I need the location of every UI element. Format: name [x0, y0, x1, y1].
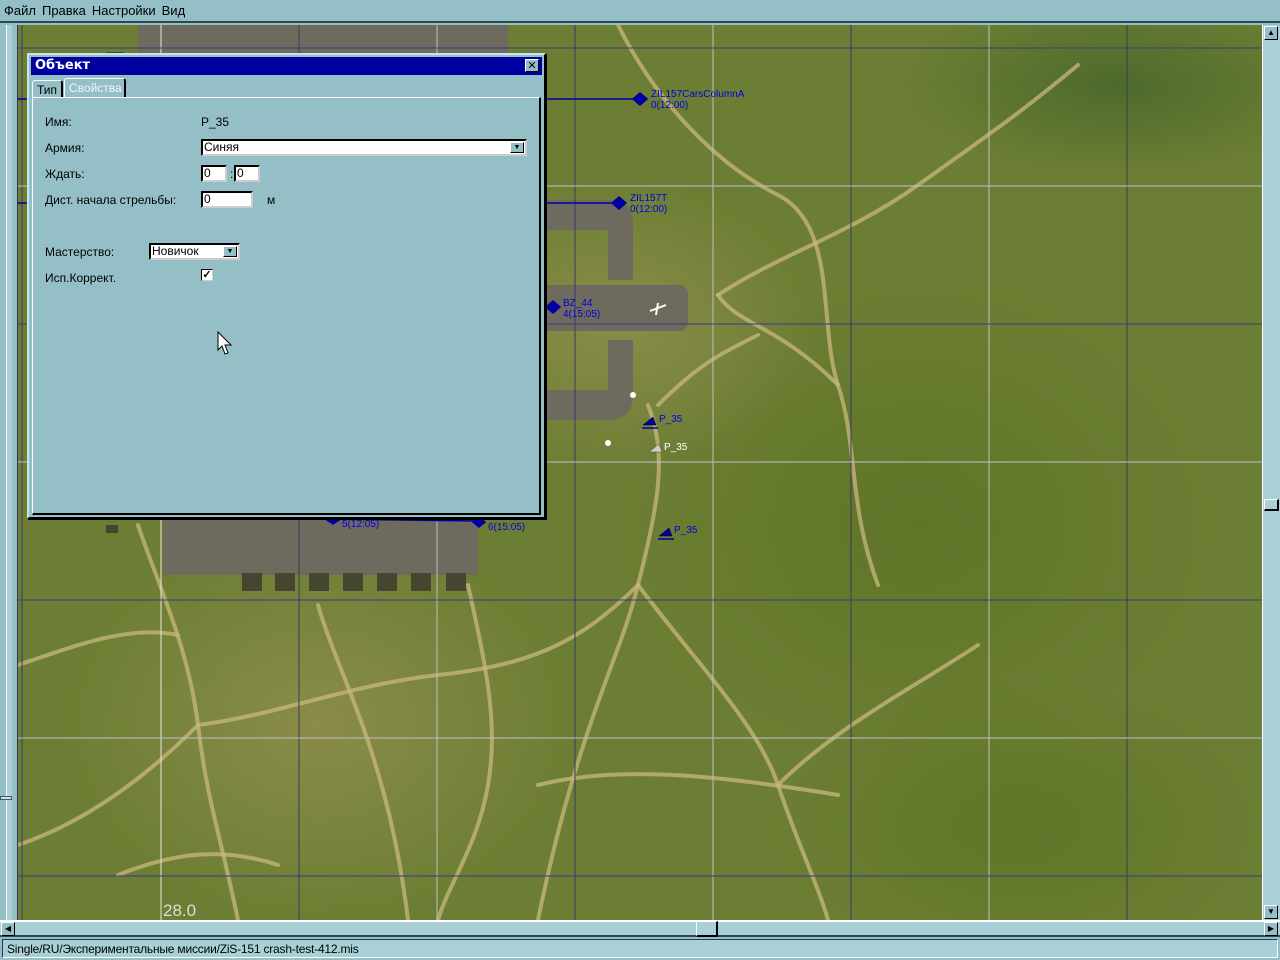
mouse-cursor-icon: [217, 331, 233, 355]
object-info: 0(12:00): [651, 100, 689, 111]
left-scroll-thumb[interactable]: [0, 796, 12, 800]
wait-separator: :: [230, 167, 234, 181]
horizontal-scroll-thumb[interactable]: [696, 921, 718, 937]
menu-settings[interactable]: Настройки: [92, 3, 156, 18]
chevron-down-icon[interactable]: ▼: [510, 142, 524, 153]
map-object-label[interactable]: ZIL157CarsColumnA 0(12:00): [651, 89, 744, 111]
fire-distance-input[interactable]: 0: [201, 191, 253, 208]
left-scrollbar[interactable]: [0, 25, 18, 920]
vertical-scrollbar[interactable]: ▲ ▼: [1262, 25, 1280, 920]
fire-distance-label: Дист. начала стрельбы:: [45, 193, 177, 207]
menu-edit[interactable]: Правка: [42, 3, 86, 18]
object-dialog: Объект ✕ Тип Свойства Имя: P_35 Армия: С…: [27, 53, 546, 519]
correction-checkbox[interactable]: ✓: [201, 269, 213, 281]
scroll-right-button[interactable]: ▶: [1264, 922, 1278, 936]
menu-bar: Файл Правка Настройки Вид: [0, 0, 1280, 23]
army-label: Армия:: [45, 141, 85, 155]
object-name: ZIL157CarsColumnA: [651, 89, 745, 100]
tab-type[interactable]: Тип: [32, 80, 63, 98]
wait-label: Ждать:: [45, 167, 85, 181]
map-scale-label: 28.0: [163, 901, 197, 920]
object-info: 0(12:00): [630, 204, 668, 215]
correction-label: Исп.Коррект.: [45, 271, 117, 285]
left-scroll-track[interactable]: [6, 25, 12, 920]
map-object-label[interactable]: BZ_44 4(15:05): [563, 298, 600, 320]
horizontal-scrollbar[interactable]: ◀ ▶: [0, 920, 1280, 937]
skill-value: Новичок: [152, 244, 199, 258]
name-label: Имя:: [45, 115, 72, 129]
scroll-down-button[interactable]: ▼: [1264, 905, 1278, 919]
status-bar: Single/RU/Экспериментальные миссии/ZiS-1…: [2, 939, 1278, 958]
army-select[interactable]: Синяя ▼: [201, 139, 527, 156]
chevron-down-icon[interactable]: ▼: [223, 246, 237, 257]
menu-view[interactable]: Вид: [162, 3, 186, 18]
object-name: ZIL157T: [630, 193, 668, 204]
wait-hours-input[interactable]: 0: [201, 165, 227, 182]
close-icon[interactable]: ✕: [525, 59, 539, 72]
object-info: 4(15:05): [563, 309, 601, 320]
skill-select[interactable]: Новичок ▼: [149, 243, 240, 260]
object-name: BZ_44: [563, 298, 593, 309]
map-object-label[interactable]: P_35: [674, 525, 697, 536]
properties-panel: Имя: P_35 Армия: Синяя ▼ Ждать: 0 : 0 Ди…: [32, 97, 541, 515]
check-icon: ✓: [202, 269, 212, 281]
map-object-label[interactable]: P_35: [659, 414, 682, 425]
vertical-scroll-thumb[interactable]: [1264, 499, 1279, 511]
scroll-left-button[interactable]: ◀: [1, 922, 15, 936]
fire-distance-unit: м: [267, 193, 276, 207]
scroll-up-button[interactable]: ▲: [1264, 26, 1278, 40]
waypoint-label: 6(15:05): [488, 522, 526, 533]
tab-properties[interactable]: Свойства: [64, 78, 126, 98]
name-value: P_35: [201, 115, 230, 129]
wait-minutes-input[interactable]: 0: [234, 165, 260, 182]
menu-file[interactable]: Файл: [4, 3, 36, 18]
map-object-label-selected[interactable]: P_35: [664, 442, 687, 453]
dialog-title: Объект: [35, 58, 91, 73]
waypoint-label: 5(12:05): [342, 519, 380, 530]
map-object-label[interactable]: ZIL157T 0(12:00): [630, 193, 667, 215]
dialog-title-bar[interactable]: Объект ✕: [31, 57, 542, 75]
army-value: Синяя: [204, 140, 239, 154]
skill-label: Мастерство:: [45, 245, 115, 259]
